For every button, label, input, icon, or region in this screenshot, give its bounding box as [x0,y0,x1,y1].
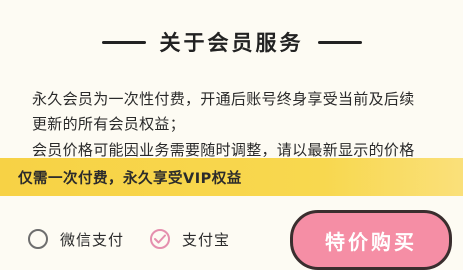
title-right-line [317,40,362,44]
radio-checked-icon[interactable] [150,229,170,249]
payment-option-wechat[interactable]: 微信支付 [28,226,124,252]
banner-text: 仅需一次付费，永久享受VIP权益 [18,170,242,187]
vip-benefit-banner: 仅需一次付费，永久享受VIP权益 [0,158,463,196]
description-line: 更新的所有会员权益； [32,115,186,133]
section-title: 关于会员服务 [159,31,304,55]
checkmark-icon [154,234,166,244]
description-paragraph-2: 会员价格可能因业务需要随时调整，请以最新显示的价格 [32,137,452,159]
special-price-buy-button[interactable]: 特价购买 [290,210,452,270]
buy-button-label: 特价购买 [325,229,417,254]
radio-unchecked-icon[interactable] [28,229,48,249]
payment-label-wechat: 微信支付 [60,230,125,249]
description-line: 永久会员为一次性付费，开通后账号终身享受当前及后续 [32,90,415,108]
description-paragraph-1: 永久会员为一次性付费，开通后账号终身享受当前及后续 更新的所有会员权益； [32,87,452,137]
section-header: 关于会员服务 [0,22,463,62]
payment-label-alipay: 支付宝 [182,230,231,249]
payment-option-alipay[interactable]: 支付宝 [150,226,230,252]
membership-card: 关于会员服务 永久会员为一次性付费，开通后账号终身享受当前及后续 更新的所有会员… [0,0,463,270]
title-left-line [101,40,146,44]
description-line: 会员价格可能因业务需要随时调整，请以最新显示的价格 [32,141,415,159]
